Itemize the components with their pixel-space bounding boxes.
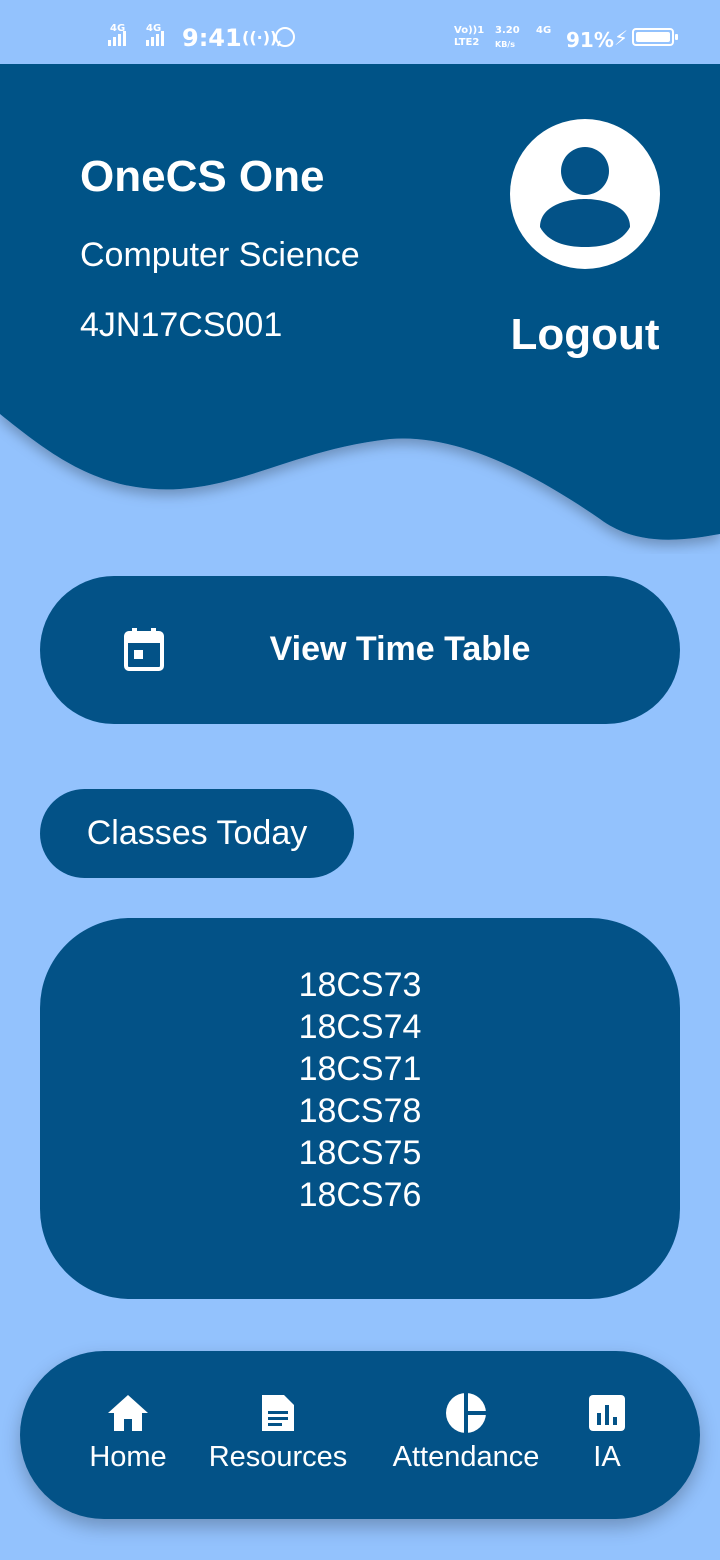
student-usn: 4JN17CS001 — [80, 306, 283, 344]
classes-today-heading: Classes Today — [40, 789, 354, 878]
signal-icon-2 — [146, 26, 164, 46]
bar-chart-icon — [589, 1395, 625, 1431]
student-name: OneCS One — [80, 152, 325, 201]
class-item: 18CS71 — [298, 1050, 422, 1088]
department: Computer Science — [80, 236, 360, 274]
nav-item-home[interactable]: Home — [88, 1391, 168, 1474]
user-icon — [540, 147, 630, 247]
class-item: 18CS73 — [298, 966, 422, 1004]
nav-item-attendance[interactable]: Attendance — [388, 1391, 544, 1474]
class-item: 18CS78 — [298, 1092, 422, 1130]
hotspot-icon: ((·)) — [242, 28, 278, 47]
battery-icon — [632, 28, 678, 46]
pie-chart-icon — [446, 1393, 486, 1433]
nav-label-resources: Resources — [208, 1441, 348, 1473]
calendar-icon — [124, 628, 164, 671]
logout-button[interactable]: Logout — [510, 310, 660, 360]
nav-label-attendance: Attendance — [392, 1441, 540, 1473]
nav-label-home: Home — [89, 1441, 167, 1473]
classes-today-card: 18CS73 18CS74 18CS71 18CS78 18CS75 18CS7… — [40, 918, 680, 1299]
whatsapp-icon — [275, 27, 295, 47]
network-type-3: 4G — [536, 25, 552, 36]
class-item: 18CS74 — [298, 1008, 422, 1046]
class-item: 18CS75 — [298, 1134, 422, 1172]
lte-indicator: LTE2 — [454, 37, 480, 48]
nav-label-ia: IA — [593, 1441, 621, 1473]
avatar[interactable] — [510, 119, 660, 269]
home-icon — [108, 1395, 148, 1431]
bottom-navigation: Home Resources Attendance IA — [20, 1351, 700, 1519]
volte-indicator: Vo))1 — [454, 25, 485, 36]
view-timetable-label: View Time Table — [269, 630, 531, 668]
view-timetable-button[interactable]: View Time Table — [40, 576, 680, 724]
signal-icon-1 — [108, 26, 126, 46]
class-list: 18CS73 18CS74 18CS71 18CS78 18CS75 18CS7… — [40, 964, 680, 1216]
charging-icon: ⚡ — [614, 26, 629, 50]
class-item: 18CS76 — [298, 1176, 422, 1214]
speed-value: 3.20 — [495, 25, 520, 36]
battery-percent: 91% — [566, 28, 614, 52]
document-icon — [262, 1395, 294, 1431]
status-bar: 4G 4G 9:41 ((·)) Vo))1 LTE2 3.20 KB/s 4G… — [0, 0, 720, 64]
nav-item-ia[interactable]: IA — [580, 1391, 634, 1474]
status-time: 9:41 — [182, 24, 242, 52]
speed-unit: KB/s — [495, 40, 515, 49]
nav-item-resources[interactable]: Resources — [208, 1391, 348, 1474]
